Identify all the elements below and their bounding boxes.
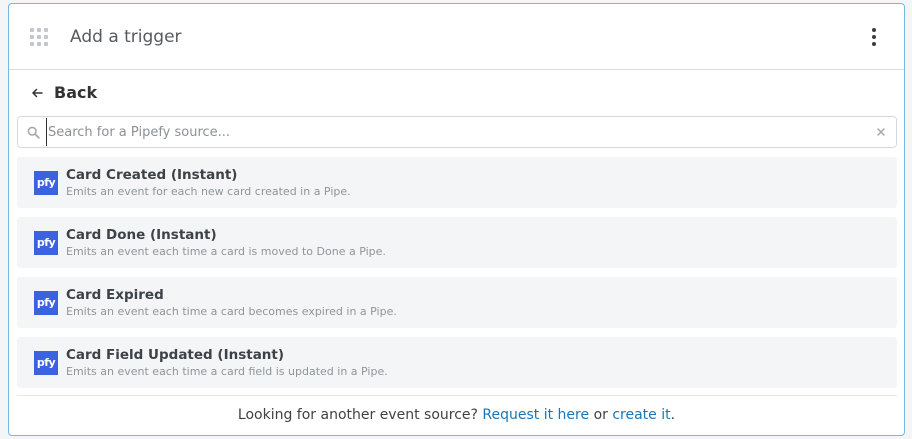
source-item-card-expired[interactable]: pfy Card Expired Emits an event each tim…	[17, 277, 897, 328]
divider	[17, 395, 897, 396]
grip-dots-icon[interactable]	[30, 27, 48, 46]
footer-period: .	[670, 407, 676, 423]
pipefy-logo-icon: pfy	[34, 230, 58, 255]
source-list: pfy Card Created (Instant) Emits an even…	[17, 157, 897, 397]
source-title: Card Done (Instant)	[66, 226, 217, 243]
create-source-link[interactable]: create it	[612, 407, 670, 423]
footer-or-text: or	[593, 407, 608, 423]
source-description: Emits an event each time a card is moved…	[66, 244, 386, 258]
request-source-link[interactable]: Request it here	[482, 407, 589, 423]
source-item-card-done[interactable]: pfy Card Done (Instant) Emits an event e…	[17, 217, 897, 268]
source-description: Emits an event for each new card created…	[66, 184, 351, 198]
footer-text: Looking for another event source?	[237, 407, 478, 423]
source-title: Card Expired	[66, 286, 164, 303]
search-box	[17, 116, 897, 148]
panel-title: Add a trigger	[70, 26, 182, 47]
source-title: Card Field Updated (Instant)	[66, 346, 285, 363]
pipefy-logo-icon: pfy	[34, 170, 58, 195]
pipefy-logo-icon: pfy	[34, 350, 58, 375]
add-trigger-panel: Add a trigger Back pfy Card Created (Ins…	[8, 3, 905, 436]
source-item-card-field-updated[interactable]: pfy Card Field Updated (Instant) Emits a…	[17, 337, 897, 388]
search-icon	[27, 126, 40, 139]
footer-note: Looking for another event source? Reques…	[9, 407, 904, 423]
arrow-left-icon	[32, 88, 43, 97]
more-vertical-icon[interactable]	[870, 28, 878, 49]
source-item-card-created[interactable]: pfy Card Created (Instant) Emits an even…	[17, 157, 897, 208]
source-description: Emits an event each time a card becomes …	[66, 304, 397, 318]
source-description: Emits an event each time a card field is…	[66, 364, 388, 378]
pipefy-logo-icon: pfy	[34, 290, 58, 315]
close-icon[interactable]	[875, 126, 887, 138]
source-title: Card Created (Instant)	[66, 166, 238, 183]
back-label: Back	[54, 83, 98, 102]
search-input[interactable]	[46, 118, 856, 146]
back-button[interactable]: Back	[31, 83, 97, 102]
panel-header: Add a trigger	[9, 4, 904, 70]
